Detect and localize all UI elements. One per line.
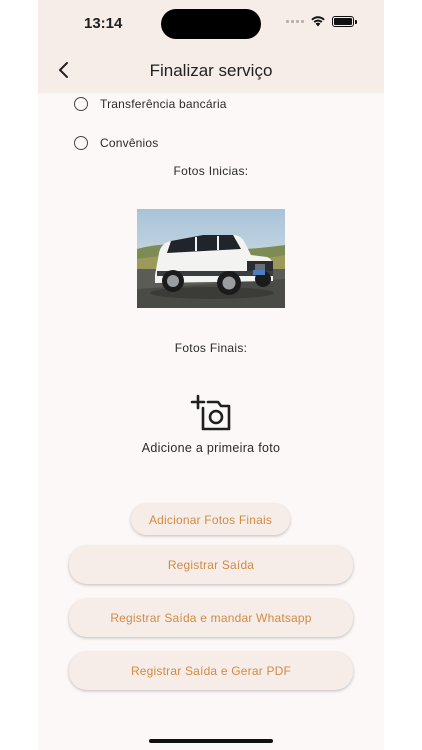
register-exit-whatsapp-button[interactable]: Registrar Saída e mandar Whatsapp (69, 599, 353, 637)
app-bar: Finalizar serviço (38, 48, 384, 93)
status-time: 13:14 (84, 15, 123, 32)
car-photo-image (137, 209, 285, 308)
register-exit-button[interactable]: Registrar Saída (69, 546, 353, 584)
status-bar: 13:14 (38, 0, 384, 48)
payment-option-label: Convênios (100, 136, 159, 150)
initial-photo-thumbnail[interactable] (137, 209, 285, 308)
payment-option-label: Transferência bancária (100, 97, 227, 111)
radio-button[interactable] (74, 136, 88, 150)
battery-icon (332, 15, 357, 27)
radio-button[interactable] (74, 97, 88, 111)
empty-photos-text: Adicione a primeira foto (141, 441, 281, 455)
add-photo-button[interactable] (190, 393, 232, 433)
app-screen: 13:14 Finalizar serviço Transferência ba… (38, 0, 384, 750)
dynamic-island (161, 9, 261, 39)
initial-photos-label: Fotos Inicias: (173, 164, 249, 178)
wifi-icon (311, 16, 325, 27)
payment-option-transfer[interactable]: Transferência bancária (74, 97, 227, 111)
page-title: Finalizar serviço (149, 61, 273, 80)
register-exit-pdf-button[interactable]: Registrar Saída e Gerar PDF (69, 652, 353, 690)
final-photos-label: Fotos Finais: (174, 341, 248, 355)
add-photo-camera-icon (190, 394, 231, 431)
add-final-photos-button[interactable]: Adicionar Fotos Finais (131, 504, 290, 535)
status-icons (286, 15, 357, 27)
home-indicator[interactable] (149, 739, 273, 743)
cellular-signal-icon (286, 19, 304, 23)
payment-option-agreements[interactable]: Convênios (74, 136, 159, 150)
